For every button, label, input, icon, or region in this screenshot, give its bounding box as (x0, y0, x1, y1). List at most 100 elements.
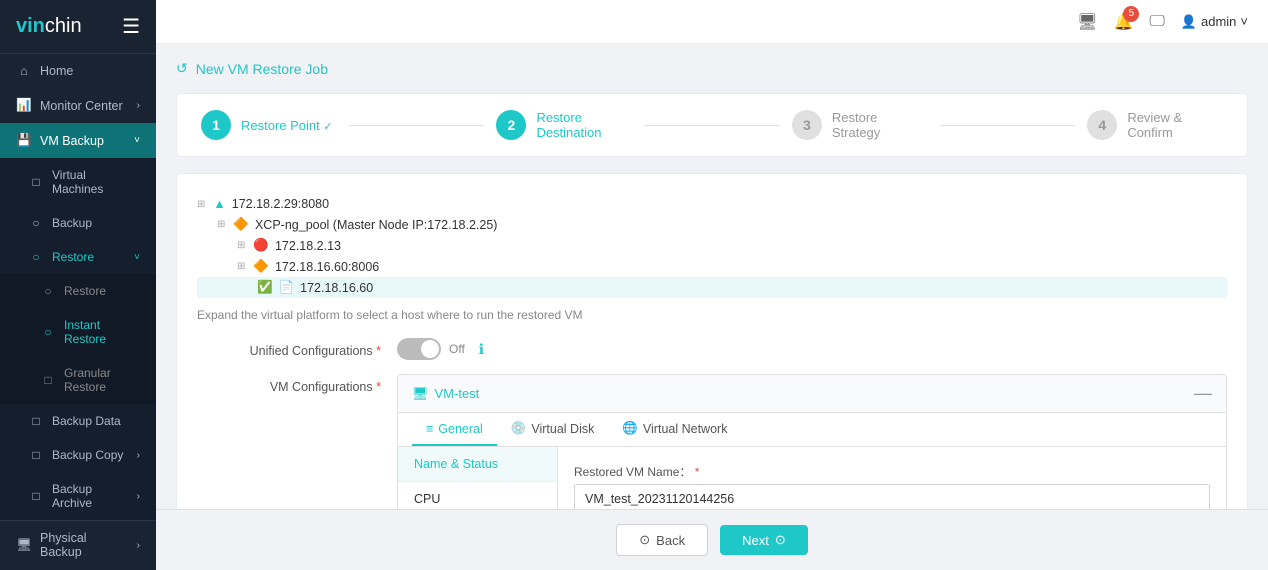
info-icon[interactable]: ℹ (479, 341, 484, 358)
sidebar-item-label: Backup Data (52, 414, 121, 428)
restored-vm-name-field: Restored VM Name： * (574, 463, 1210, 509)
instant-restore-icon: ○ (40, 325, 56, 339)
content-area: ↺ New VM Restore Job 1 Restore Point ✓ 2 (156, 44, 1268, 509)
monitor-icon: 📊 (16, 98, 32, 113)
unified-config-row: Unified Configurations * Off ℹ (197, 338, 1227, 360)
physical-backup-icon: 🖥 (16, 538, 32, 553)
chevron-right-icon: › (137, 100, 140, 111)
check-icon: ✅ (257, 280, 273, 295)
network-icon: 🌐 (622, 421, 638, 436)
sidebar-item-home[interactable]: ⌂ Home (0, 54, 156, 88)
expand-icon[interactable]: ⊞ (197, 199, 205, 210)
tree-item-3[interactable]: ⊞ 🔶 172.18.16.60:8006 (197, 256, 1227, 277)
chevron-down-icon: ˅ (134, 135, 140, 146)
node-icon: 📄 (279, 280, 295, 295)
sidebar-item-virtual-machines[interactable]: □ Virtual Machines (0, 158, 156, 206)
tree-item-label: XCP-ng_pool (Master Node IP:172.18.2.25) (255, 218, 498, 232)
step-divider-3 (940, 125, 1076, 126)
required-mark: * (376, 344, 381, 358)
step-divider-2 (644, 125, 780, 126)
tab-virtual-network[interactable]: 🌐 Virtual Network (608, 413, 741, 446)
tree-expand-note: Expand the virtual platform to select a … (197, 308, 1227, 322)
main-area: 🖥 🔔 5 🖵 👤 admin ˅ ↺ New VM Restore Job 1 (156, 0, 1268, 570)
restored-vm-name-input[interactable] (574, 484, 1210, 509)
sidebar-item-instant-restore[interactable]: ○ Instant Restore (0, 308, 156, 356)
vm-config-box: 🖥 VM-test — ≡ General (397, 374, 1227, 509)
tree-item-label: 172.18.16.60:8006 (275, 260, 379, 274)
tab-virtual-disk[interactable]: 💿 Virtual Disk (497, 413, 609, 446)
toggle-state-label: Off (449, 342, 465, 356)
sidebar-item-label: Physical Backup (40, 531, 129, 559)
vm-icon-header: 🖥 (412, 386, 429, 402)
toggle-switch[interactable] (397, 338, 441, 360)
vm-config-value: 🖥 VM-test — ≡ General (397, 374, 1227, 509)
sidebar-item-backup-archive[interactable]: □ Backup Archive › (0, 472, 156, 520)
nav-item-cpu[interactable]: CPU (398, 482, 557, 509)
backup-data-icon: □ (28, 414, 44, 428)
host2-icon: 🔶 (253, 259, 269, 274)
expand-icon[interactable]: ⊞ (217, 219, 225, 230)
chevron-right-icon: › (137, 491, 140, 502)
chevron-right-icon: › (137, 450, 140, 461)
left-nav: Name & Status CPU RAM (398, 447, 558, 509)
tree-item-label: 172.18.16.60 (300, 281, 373, 295)
sidebar-item-label: Restore (64, 284, 106, 298)
back-button[interactable]: ⊙ Back (616, 524, 708, 556)
topbar: 🖥 🔔 5 🖵 👤 admin ˅ (156, 0, 1268, 44)
general-icon: ≡ (426, 422, 433, 436)
tree-item-label: 172.18.2.13 (275, 239, 341, 253)
tab-general[interactable]: ≡ General (412, 413, 497, 446)
logo: vinchin ☰ (0, 0, 156, 54)
vm-icon: □ (28, 175, 44, 189)
vm-backup-icon: 💾 (16, 133, 32, 148)
nav-item-name-status[interactable]: Name & Status (398, 447, 557, 482)
step-2-number: 2 (496, 110, 526, 140)
step-3-label: Restore Strategy (832, 110, 928, 140)
sidebar-item-physical-backup[interactable]: 🖥 Physical Backup › (0, 521, 156, 569)
sidebar-item-label: Monitor Center (40, 99, 123, 113)
collapse-icon[interactable]: — (1194, 383, 1212, 404)
vm-config-row: VM Configurations * 🖥 VM-test — (197, 374, 1227, 509)
sidebar-item-backup[interactable]: ○ Backup (0, 206, 156, 240)
sidebar-item-monitor[interactable]: 📊 Monitor Center › (0, 88, 156, 123)
back-icon: ⊙ (639, 532, 650, 548)
expand-icon[interactable]: ⊞ (237, 240, 245, 251)
user-menu[interactable]: 👤 admin ˅ (1181, 14, 1248, 30)
tree-item-0[interactable]: ⊞ ▲ 172.18.2.29:8080 (197, 194, 1227, 214)
sidebar-item-restore[interactable]: ○ Restore ˅ (0, 240, 156, 274)
next-button[interactable]: Next ⊙ (720, 525, 808, 555)
alert-icon[interactable]: 🔔 5 (1113, 12, 1133, 32)
chevron-down-icon: ˅ (134, 252, 140, 263)
monitor-topbar-icon[interactable]: 🖵 (1149, 13, 1164, 31)
expand-icon[interactable]: ⊞ (237, 261, 245, 272)
tree-item-1[interactable]: ⊞ 🔶 XCP-ng_pool (Master Node IP:172.18.2… (197, 214, 1227, 235)
nav-label: CPU (414, 492, 440, 506)
user-icon: 👤 (1181, 14, 1197, 30)
tree-item-4[interactable]: ✅ 📄 172.18.16.60 (197, 277, 1227, 298)
tab-label: General (438, 422, 482, 436)
step-1-number: 1 (201, 110, 231, 140)
tree-item-2[interactable]: ⊞ 🔴 172.18.2.13 (197, 235, 1227, 256)
wizard-footer: ⊙ Back Next ⊙ (156, 509, 1268, 570)
vm-config-header: 🖥 VM-test — (398, 375, 1226, 413)
server-icon: ▲ (213, 197, 225, 211)
hamburger-icon[interactable]: ☰ (122, 14, 140, 39)
next-icon: ⊙ (775, 532, 786, 548)
sidebar: vinchin ☰ ⌂ Home 📊 Monitor Center › 💾 VM… (0, 0, 156, 570)
sidebar-item-backup-data[interactable]: □ Backup Data (0, 404, 156, 438)
sidebar-item-label: Instant Restore (64, 318, 140, 346)
sidebar-item-label: Home (40, 64, 73, 78)
sidebar-item-granular-restore[interactable]: □ Granular Restore (0, 356, 156, 404)
vm-tab-label: 🖥 VM-test (412, 386, 479, 402)
notifications-icon[interactable]: 🖥 (1077, 12, 1097, 32)
step-3-number: 3 (792, 110, 822, 140)
sidebar-item-vm-backup[interactable]: 💾 VM Backup ˅ (0, 123, 156, 158)
sidebar-item-restore-sub[interactable]: ○ Restore (0, 274, 156, 308)
step-2: 2 Restore Destination (496, 110, 632, 140)
vm-tree: ⊞ ▲ 172.18.2.29:8080 ⊞ 🔶 XCP-ng_pool (Ma… (197, 194, 1227, 298)
chevron-down-icon: ˅ (1240, 14, 1248, 29)
sidebar-item-label: Restore (52, 250, 94, 264)
unified-config-label: Unified Configurations * (197, 338, 397, 358)
sidebar-item-backup-copy[interactable]: □ Backup Copy › (0, 438, 156, 472)
tab-label: Virtual Disk (531, 422, 594, 436)
